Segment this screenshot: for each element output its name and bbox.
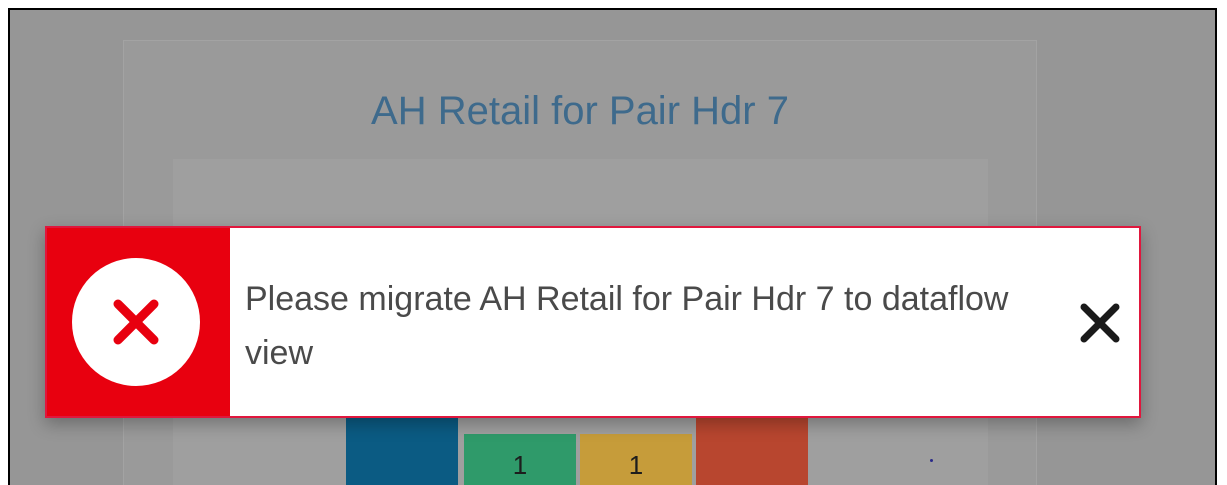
- chart-bar: 1: [464, 434, 576, 485]
- chart-bar: 1: [580, 434, 692, 485]
- card-title: AH Retail for Pair Hdr 7: [371, 89, 789, 133]
- screen-frame: AH Retail for Pair Hdr 7 1 1 Please migr…: [8, 8, 1217, 485]
- toast-body: Please migrate AH Retail for Pair Hdr 7 …: [230, 228, 1139, 416]
- chart-dot: [930, 459, 933, 462]
- chart-bar-label: 1: [628, 450, 644, 480]
- error-x-glyph: [113, 299, 159, 345]
- close-button[interactable]: [1069, 292, 1131, 354]
- close-icon[interactable]: [1078, 301, 1122, 345]
- error-x-icon: [72, 258, 200, 386]
- toast-accent-panel: [47, 228, 230, 416]
- chart-bar-label: 1: [512, 450, 528, 480]
- error-toast: Please migrate AH Retail for Pair Hdr 7 …: [45, 226, 1141, 418]
- toast-message: Please migrate AH Retail for Pair Hdr 7 …: [245, 280, 1009, 372]
